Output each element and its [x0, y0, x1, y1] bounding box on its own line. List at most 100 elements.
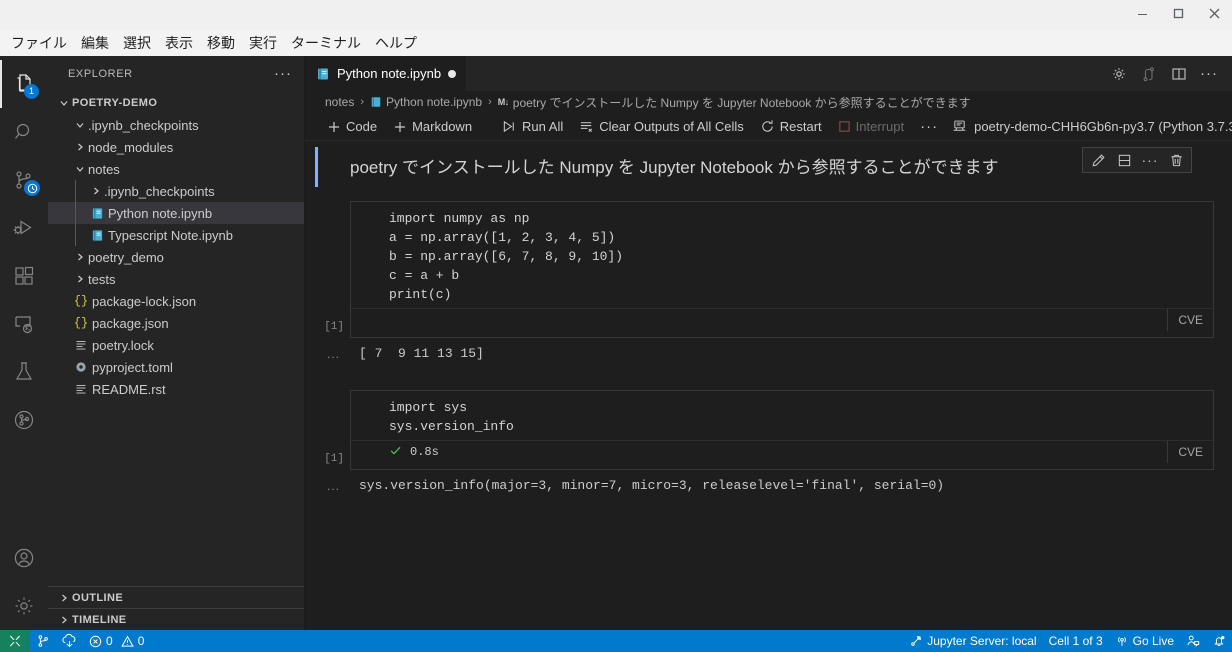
code-editor[interactable]: import sys sys.version_info 0.8s CVE [350, 390, 1214, 470]
status-git-branch[interactable] [30, 630, 56, 652]
maximize-button[interactable] [1160, 0, 1196, 26]
output-collapse-toggle[interactable]: ... [305, 344, 350, 364]
cell-status-bar: 0.8s CVE [351, 440, 1213, 462]
activitybar-item-run-and-debug[interactable] [0, 204, 48, 252]
tree-item-typescript-note[interactable]: Typescript Note.ipynb [48, 224, 304, 246]
status-sync-changes[interactable] [56, 630, 83, 652]
minimize-button[interactable] [1124, 0, 1160, 26]
tree-item-python-note[interactable]: Python note.ipynb [48, 202, 304, 224]
tree-item-poetry-demo-folder[interactable]: poetry_demo [48, 246, 304, 268]
kernel-label: poetry-demo-CHH6Gb6n-py3.7 (Python 3.7.3… [974, 119, 1232, 134]
tree-item-tests[interactable]: tests [48, 268, 304, 290]
menu-bar: ファイル 編集 選択 表示 移動 実行 ターミナル ヘルプ [0, 30, 1232, 56]
breadcrumb-item-file[interactable]: Python note.ipynb [370, 95, 482, 109]
add-markdown-cell-button[interactable]: Markdown [385, 117, 480, 136]
editor-group: Python note.ipynb [305, 56, 1232, 630]
menu-terminal[interactable]: ターミナル [284, 31, 368, 55]
tree-item-label: Python note.ipynb [108, 206, 212, 221]
sidebar-more-actions[interactable]: ··· [274, 69, 292, 79]
run-all-button[interactable]: Run All [494, 117, 571, 136]
split-editor-icon[interactable] [1165, 56, 1193, 91]
plus-icon [327, 120, 341, 134]
tree-item-notes[interactable]: notes [48, 158, 304, 180]
activitybar-item-explorer[interactable]: 1 [0, 60, 48, 108]
compare-icon[interactable] [1135, 56, 1163, 91]
split-cell-button[interactable] [1111, 148, 1137, 172]
chevron-right-icon [88, 185, 104, 197]
breadcrumb-item-cell[interactable]: M↓ poetry でインストールした Numpy を Jupyter Note… [498, 94, 971, 111]
interrupt-button[interactable]: Interrupt [830, 117, 912, 136]
activitybar-item-git-graph[interactable] [0, 396, 48, 444]
activity-bar: 1 [0, 56, 48, 630]
tree-item-ipynb-checkpoints[interactable]: .ipynb_checkpoints [48, 114, 304, 136]
add-code-cell-button[interactable]: Code [319, 117, 385, 136]
status-jupyter-server[interactable]: Jupyter Server: local [903, 630, 1042, 652]
menu-edit[interactable]: 編集 [74, 31, 116, 55]
activitybar-item-remote-explorer[interactable] [0, 300, 48, 348]
activitybar-item-accounts[interactable] [0, 534, 48, 582]
tree-item-package-json[interactable]: {} package.json [48, 312, 304, 334]
tree-item-pyproject-toml[interactable]: pyproject.toml [48, 356, 304, 378]
menu-file[interactable]: ファイル [4, 31, 74, 55]
output-collapse-toggle[interactable]: ... [305, 476, 350, 496]
activitybar-item-source-control[interactable] [0, 156, 48, 204]
status-feedback[interactable] [1180, 630, 1206, 652]
code-editor[interactable]: import numpy as np a = np.array([1, 2, 3… [350, 201, 1214, 338]
notebook-settings-icon[interactable] [1105, 56, 1133, 91]
status-problems[interactable]: 0 0 [83, 630, 150, 652]
status-notifications[interactable] [1206, 630, 1232, 652]
menu-go[interactable]: 移動 [200, 31, 242, 55]
panel-timeline[interactable]: TIMELINE [48, 608, 304, 630]
code-source[interactable]: import numpy as np a = np.array([1, 2, 3… [351, 209, 1213, 304]
tree-item-readme-rst[interactable]: README.rst [48, 378, 304, 400]
status-cell-position[interactable]: Cell 1 of 3 [1043, 630, 1109, 652]
breadcrumb-item-folder[interactable]: notes [325, 95, 354, 109]
window-controls [1124, 0, 1232, 30]
go-live-label: Go Live [1133, 634, 1174, 648]
cell-focus-indicator [315, 147, 318, 187]
kernel-selector[interactable]: poetry-demo-CHH6Gb6n-py3.7 (Python 3.7.3… [946, 117, 1232, 136]
activitybar-item-testing[interactable] [0, 348, 48, 396]
clear-outputs-button[interactable]: Clear Outputs of All Cells [571, 117, 752, 136]
tree-root-poetry-demo[interactable]: POETRY-DEMO [48, 92, 304, 114]
json-icon: {} [72, 294, 90, 308]
menu-help[interactable]: ヘルプ [368, 31, 424, 55]
restart-button[interactable]: Restart [752, 117, 830, 136]
tab-dirty-indicator[interactable] [448, 70, 456, 78]
more-cell-actions-button[interactable]: ··· [1137, 148, 1163, 172]
breadcrumb-label: Python note.ipynb [386, 95, 482, 109]
close-button[interactable] [1196, 0, 1232, 26]
tree-root-label: POETRY-DEMO [72, 97, 157, 109]
menu-selection[interactable]: 選択 [116, 31, 158, 55]
toolbar-more-actions[interactable]: ··· [912, 121, 946, 133]
activitybar-item-extensions[interactable] [0, 252, 48, 300]
tree-item-node-modules[interactable]: node_modules [48, 136, 304, 158]
status-remote-indicator[interactable] [0, 630, 30, 652]
tab-python-note[interactable]: Python note.ipynb [305, 56, 467, 91]
delete-cell-button[interactable] [1163, 148, 1189, 172]
notebook-cell-code-1[interactable]: [1] import numpy as np a = np.array([1, … [305, 201, 1232, 338]
ellipsis-icon[interactable]: ··· [1195, 56, 1223, 91]
interrupt-label: Interrupt [856, 119, 904, 134]
edit-cell-button[interactable] [1085, 148, 1111, 172]
code-source[interactable]: import sys sys.version_info [351, 398, 1213, 436]
tree-item-package-lock-json[interactable]: {} package-lock.json [48, 290, 304, 312]
explorer-badge: 1 [24, 84, 39, 99]
status-go-live[interactable]: Go Live [1109, 630, 1180, 652]
tree-item-poetry-lock[interactable]: poetry.lock [48, 334, 304, 356]
notebook-icon [370, 96, 382, 108]
tree-item-label: pyproject.toml [92, 360, 173, 375]
tree-item-notes-ipynb-checkpoints[interactable]: .ipynb_checkpoints [48, 180, 304, 202]
panel-outline[interactable]: OUTLINE [48, 586, 304, 608]
tree-item-label: README.rst [92, 382, 166, 397]
broadcast-icon [1115, 634, 1129, 648]
menu-run[interactable]: 実行 [242, 31, 284, 55]
activitybar-item-manage[interactable] [0, 582, 48, 630]
success-check-icon [389, 444, 402, 460]
notebook-cell-markdown[interactable]: ··· poetry でインストールした Numpy を Jupyter Not [305, 147, 1232, 187]
menu-view[interactable]: 表示 [158, 31, 200, 55]
cell-status-right: CVE [1167, 309, 1213, 331]
activitybar-item-search[interactable] [0, 108, 48, 156]
cell-gutter: [1] [305, 390, 350, 470]
notebook-cell-code-2[interactable]: [1] import sys sys.version_info 0.8s CVE [305, 390, 1232, 470]
